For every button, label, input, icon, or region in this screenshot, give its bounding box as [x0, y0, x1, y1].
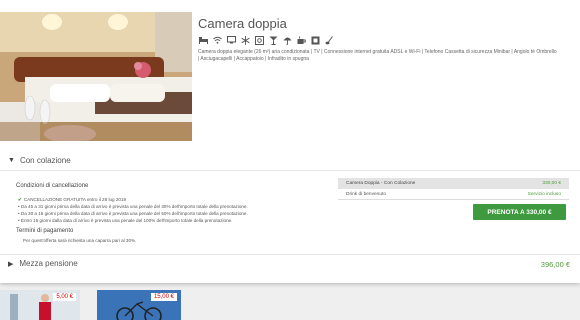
amenity-icons — [198, 35, 334, 45]
wifi-icon — [212, 35, 222, 45]
tv-icon — [226, 35, 236, 45]
tariff-price: 396,00 € — [540, 260, 570, 269]
extra-offer-thumbnail[interactable]: 15,00 € — [97, 290, 181, 320]
cancellation-line: • Da 30 a 16 giorni prima della data di … — [18, 211, 248, 216]
room-title: Camera doppia — [198, 16, 287, 31]
slippers-icon — [324, 35, 334, 45]
cancellation-line: • Da 45 a 31 giorni prima della data di … — [18, 204, 248, 209]
summary-extra-label: Drink di benvenuto — [346, 191, 386, 197]
cocktail-icon — [268, 35, 278, 45]
summary-room-row: Camera Doppia - Con Colazione 330,00 € — [338, 178, 569, 189]
tariff-toggle-mezza-pensione[interactable]: ▶ Mezza pensione — [8, 259, 78, 268]
bed-icon — [198, 35, 208, 45]
book-button[interactable]: PRENOTA A 330,00 € — [473, 204, 566, 220]
tariff-toggle-con-colazione[interactable]: ▼ Con colazione — [8, 156, 71, 165]
summary-room-label: Camera Doppia - Con Colazione — [346, 181, 416, 186]
hairdryer-icon — [310, 35, 320, 45]
tea-icon — [296, 35, 306, 45]
divider — [0, 170, 580, 171]
divider — [0, 254, 580, 255]
tariff-label: Con colazione — [19, 156, 71, 165]
caret-right-icon: ▶ — [8, 260, 14, 268]
room-description: Camera doppia elegante (26 m²) aria cond… — [198, 49, 557, 62]
cancellation-free-line: ✔ CANCELLAZIONE GRATUITA entro il 28 lug … — [18, 197, 127, 202]
payment-note: Per quest'offerta sarà richiesta una cap… — [23, 238, 137, 243]
thumbnail-price: 5,00 € — [53, 293, 76, 301]
caret-down-icon: ▼ — [8, 157, 15, 164]
payment-title: Termini di pagamento — [16, 228, 74, 234]
booking-summary: Camera Doppia - Con Colazione 330,00 € D… — [338, 178, 569, 200]
room-photo[interactable] — [0, 12, 192, 141]
snowflake-icon — [240, 35, 250, 45]
cancellation-line: • Entro 15 giorni dalla data di arrivo è… — [18, 218, 233, 223]
tariff-label: Mezza pensione — [19, 259, 78, 268]
cancellation-title: Condizioni di cancellazione — [16, 183, 89, 189]
room-photo-illustration — [0, 12, 192, 141]
umbrella-icon — [282, 35, 292, 45]
room-card: Camera doppia Camera doppia elegante (26… — [0, 0, 580, 283]
extra-offer-thumbnail[interactable]: 5,00 € — [0, 290, 80, 320]
summary-extra-row: Drink di benvenuto Servizio incluso — [338, 189, 569, 200]
checkmark-icon: ✔ — [18, 197, 22, 202]
cancellation-list: ✔ CANCELLAZIONE GRATUITA entro il 28 lug … — [18, 196, 318, 224]
summary-room-price: 330,00 € — [542, 181, 561, 186]
safe-icon — [254, 35, 264, 45]
summary-extra-value: Servizio incluso — [527, 191, 561, 197]
thumbnail-price: 15,00 € — [150, 293, 177, 301]
